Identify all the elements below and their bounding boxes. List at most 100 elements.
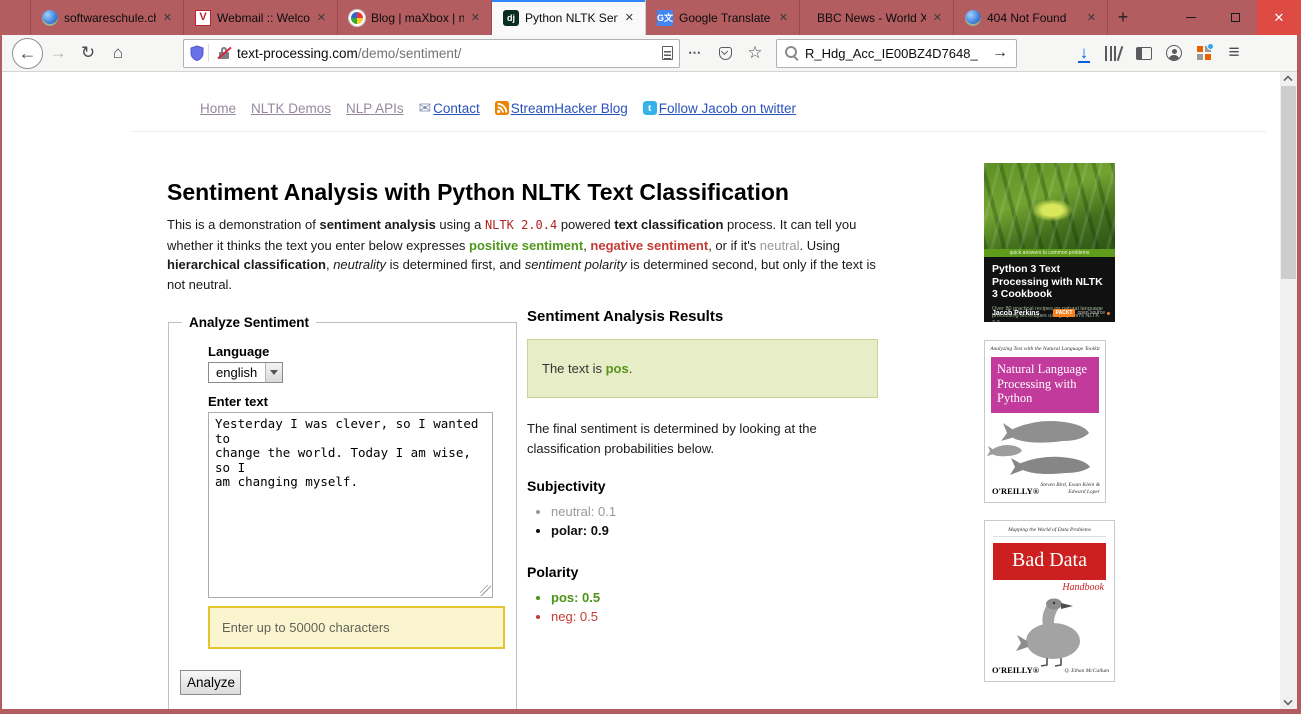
search-icon [785,46,799,60]
list-item-neutral: neutral: 0.1 [551,502,616,521]
tab-python-nltk-active[interactable]: dj Python NLTK Sen ✕ [492,0,646,35]
book-title: Bad Data [993,543,1106,580]
forward-button[interactable]: → [43,38,73,68]
scrollbar-thumb[interactable] [1281,86,1296,279]
browser-window: softwareschule.ch ✕ V Webmail :: Welco ✕… [0,0,1301,714]
tab-close-icon[interactable]: ✕ [930,9,945,26]
tab-close-icon[interactable]: ✕ [468,9,483,26]
polarity-list: pos: 0.5 neg: 0.5 [529,588,600,626]
list-item-pos: pos: 0.5 [551,588,600,607]
book-ad-bad-data-handbook[interactable]: Mapping the World of Data Problems Bad D… [984,520,1115,682]
nav-link-streamhacker-blog[interactable]: StreamHacker Blog [495,101,628,116]
rss-icon [495,101,509,115]
enter-text-label: Enter text [208,394,268,409]
home-button[interactable]: ⌂ [103,38,133,68]
envelope-icon: ✉ [419,99,432,117]
url-domain: text-processing.com [237,46,358,61]
sidebar-toggle-button[interactable] [1129,38,1159,68]
tab-maxbox-blog[interactable]: Blog | maXbox | n ✕ [338,0,492,35]
maximize-button[interactable] [1213,0,1257,35]
minimize-button[interactable] [1169,0,1213,35]
packt-logo: PACKT open source [1053,309,1110,317]
subjectivity-heading: Subjectivity [527,478,606,494]
tab-google-translate[interactable]: G文 Google Translate ✕ [646,0,800,35]
account-button[interactable] [1159,38,1189,68]
nav-link-twitter[interactable]: t Follow Jacob on twitter [643,101,796,116]
library-icon [1105,45,1123,61]
new-tab-button[interactable]: + [1108,0,1138,35]
library-button[interactable] [1099,38,1129,68]
tab-bbc-news[interactable]: BBC News - World XM ✕ [800,0,954,35]
tracking-protection-shield-icon[interactable] [190,45,204,61]
nav-link-nltk-demos[interactable]: NLTK Demos [251,101,331,116]
character-limit-note: Enter up to 50000 characters [208,606,505,649]
close-button[interactable]: ✕ [1257,0,1301,35]
back-button[interactable]: ← [12,38,43,69]
tab-webmail[interactable]: V Webmail :: Welco ✕ [184,0,338,35]
page-actions-button[interactable]: ⋯ [680,38,710,68]
grasshopper-photo [984,163,1115,249]
url-path: /demo/sentiment/ [358,46,462,61]
nav-link-contact[interactable]: ✉ Contact [419,99,480,117]
book-author: Jacob Perkins [992,310,1039,317]
reload-button[interactable]: ↻ [73,38,103,68]
extension-button[interactable] [1189,38,1219,68]
book-title: Python 3 Text Processing with NLTK 3 Coo… [984,257,1115,301]
nav-link-home[interactable]: Home [200,101,236,116]
nav-link-nlp-apis[interactable]: NLP APIs [346,101,404,116]
page-title: Sentiment Analysis with Python NLTK Text… [167,179,789,206]
url-text[interactable]: text-processing.com/demo/sentiment/ [237,46,662,61]
tab-title: softwareschule.ch [64,11,156,25]
tab-close-icon[interactable]: ✕ [160,9,175,26]
whales-illustration [985,415,1105,477]
analyze-button[interactable]: Analyze [180,670,241,695]
search-bar[interactable]: R_Hdg_Acc_IE00BZ4D7648_ → [776,39,1017,68]
book-subtitle: Handbook [985,582,1104,593]
tab-404-not-found[interactable]: 404 Not Found ✕ [954,0,1108,35]
vertical-scrollbar[interactable] [1280,72,1297,709]
result-summary-box: The text is pos. [527,339,878,398]
downloads-button[interactable]: ↓ [1069,38,1099,68]
nltk-version: NLTK 2.0.4 [485,218,557,232]
search-go-button[interactable]: → [992,44,1008,62]
url-bar[interactable]: text-processing.com/demo/sentiment/ [183,39,680,68]
insecure-lock-icon[interactable] [217,45,231,61]
menu-button[interactable]: ≡ [1219,38,1249,68]
pocket-button[interactable] [710,38,740,68]
results-explanation: The final sentiment is determined by loo… [527,419,883,458]
fieldset-legend: Analyze Sentiment [182,315,316,330]
tab-close-icon[interactable]: ✕ [622,9,637,26]
book-ad-nltk-cookbook[interactable]: quick answers to common problems Python … [984,163,1115,322]
minimize-icon [1186,17,1196,18]
extension-icon [1197,46,1211,60]
site-navigation: Home NLTK Demos NLP APIs ✉ Contact Strea… [200,99,796,117]
goose-illustration [1005,593,1095,667]
search-input[interactable]: R_Hdg_Acc_IE00BZ4D7648_ [805,46,992,61]
book-ad-nlp-with-python[interactable]: Analyzing Text with the Natural Language… [984,340,1106,503]
language-select[interactable]: english [208,362,283,383]
bookmark-star-button[interactable]: ☆ [740,38,770,68]
tab-title: Google Translate [679,11,772,25]
tab-close-icon[interactable]: ✕ [776,9,791,26]
tab-title: Python NLTK Sen [525,11,618,25]
scroll-up-icon[interactable] [1283,75,1292,84]
oreilly-logo: O'REILLY® [992,665,1039,675]
results-heading: Sentiment Analysis Results [527,308,723,325]
tab-softwareschule[interactable]: softwareschule.ch ✕ [30,0,184,35]
tab-title: Blog | maXbox | n [371,11,464,25]
intro-paragraph: This is a demonstration of sentiment ana… [167,215,881,294]
browser-chrome: ← → ↻ ⌂ text-processing.com/demo/sentime… [2,35,1297,709]
tab-close-icon[interactable]: ✕ [1084,9,1099,26]
chevron-down-icon[interactable] [265,363,282,382]
scroll-down-icon[interactable] [1283,696,1292,705]
book-tagline: Analyzing Text with the Natural Language… [985,341,1105,352]
polarity-heading: Polarity [527,564,578,580]
book-authors: Steven Bird, Ewan Klein & Edward Loper [1039,482,1100,496]
tab-close-icon[interactable]: ✕ [314,9,329,26]
toolbar-right-icons: ↓ ≡ [1069,38,1249,68]
text-input[interactable]: Yesterday I was clever, so I wanted to c… [208,412,493,598]
globe-icon [965,10,981,26]
reader-view-icon[interactable] [662,46,673,60]
sidebar-icon [1136,47,1152,60]
window-border [0,709,1301,714]
